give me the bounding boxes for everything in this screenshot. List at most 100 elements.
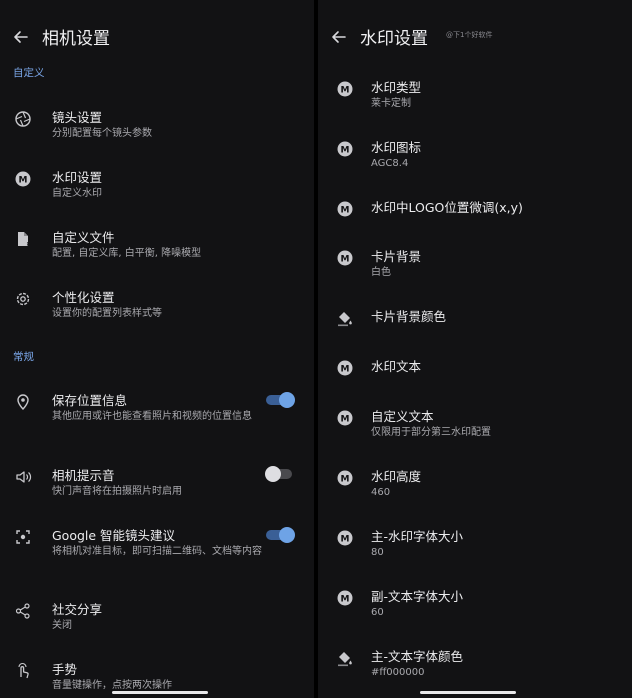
item-title: 主-水印字体大小	[371, 529, 464, 544]
item-subtitle: 设置你的配置列表样式等	[52, 308, 162, 319]
watermark-item-main-font-color[interactable]: 主-文本字体颜色 #ff000000	[318, 646, 632, 696]
toggle-knob	[279, 392, 295, 408]
item-subtitle: 快门声音将在拍摄照片时启用	[52, 486, 182, 497]
watermark-item-logo-offset[interactable]: M 水印中LOGO位置微调(x,y)	[318, 197, 632, 247]
svg-text:M: M	[341, 475, 350, 485]
item-subtitle: AGC8.4	[371, 158, 409, 169]
svg-text:R: R	[27, 242, 31, 248]
svg-text:M: M	[19, 176, 28, 186]
svg-text:M: M	[341, 146, 350, 156]
back-arrow-icon[interactable]	[10, 26, 32, 48]
section-label-custom: 自定义	[13, 67, 45, 79]
save-location-toggle[interactable]	[264, 390, 295, 410]
item-title: 自定义文本	[371, 409, 434, 424]
item-title: 自定义文件	[52, 230, 115, 245]
settings-item-personalize[interactable]: 个性化设置 设置你的配置列表样式等	[0, 287, 314, 337]
item-subtitle: 分别配置每个镜头参数	[52, 128, 152, 139]
watermark-item-type[interactable]: M 水印类型 莱卡定制	[318, 77, 632, 127]
item-subtitle: 配置, 自定义库, 白平衡, 降噪模型	[52, 248, 202, 259]
item-subtitle: 关闭	[52, 620, 72, 631]
item-title: 水印类型	[371, 80, 422, 95]
home-indicator[interactable]	[420, 691, 516, 694]
item-title: 水印设置	[52, 170, 103, 185]
back-arrow-icon[interactable]	[328, 26, 350, 48]
svg-text:M: M	[341, 255, 350, 265]
file-icon: R	[14, 230, 32, 248]
item-subtitle: 莱卡定制	[371, 98, 411, 109]
section-label-general: 常规	[13, 351, 34, 363]
watermark-item-custom-text[interactable]: M 自定义文本 仅限用于部分第三水印配置	[318, 406, 632, 456]
item-title: 卡片背景	[371, 249, 422, 264]
svg-text:M: M	[341, 206, 350, 216]
item-title: 水印中LOGO位置微调(x,y)	[371, 200, 523, 215]
watermark-item-main-font-size[interactable]: M 主-水印字体大小 80	[318, 526, 632, 576]
settings-item-social-share[interactable]: 社交分享 关闭	[0, 599, 314, 649]
svg-text:M: M	[341, 415, 350, 425]
page-title: 相机设置	[42, 29, 110, 49]
item-subtitle: 将相机对准目标，即可扫描二维码、文档等内容	[52, 546, 262, 557]
toggle-knob	[279, 527, 295, 543]
settings-item-lens[interactable]: 镜头设置 分别配置每个镜头参数	[0, 107, 314, 157]
gesture-hand-icon	[14, 662, 32, 680]
item-title: 社交分享	[52, 602, 103, 617]
item-subtitle: 460	[371, 487, 391, 498]
paint-bucket-icon	[336, 309, 354, 327]
item-title: 手势	[52, 662, 78, 677]
lens-scan-icon	[14, 528, 32, 546]
svg-text:M: M	[341, 595, 350, 605]
item-title: 相机提示音	[52, 468, 115, 483]
item-title: 保存位置信息	[52, 393, 128, 408]
source-watermark: @下1个好软件	[446, 31, 493, 39]
item-title: 副-文本字体大小	[371, 589, 464, 604]
item-title: 镜头设置	[52, 110, 103, 125]
settings-item-shutter-sound[interactable]: 相机提示音 快门声音将在拍摄照片时启用	[0, 465, 314, 515]
item-title: 水印图标	[371, 140, 422, 155]
leica-m-icon: M	[336, 359, 354, 377]
leica-m-icon: M	[14, 170, 32, 188]
watermark-item-sub-font-size[interactable]: M 副-文本字体大小 60	[318, 586, 632, 636]
watermark-settings-panel: 水印设置 @下1个好软件 M 水印类型 莱卡定制 M 水印图标 AGC8.4 M…	[318, 0, 632, 698]
item-title: Google 智能镜头建议	[52, 528, 176, 543]
leica-m-icon: M	[336, 469, 354, 487]
settings-item-save-location[interactable]: 保存位置信息 其他应用或许也能查看照片和视频的位置信息	[0, 390, 314, 440]
header: 相机设置	[0, 20, 314, 56]
watermark-item-height[interactable]: M 水印高度 460	[318, 466, 632, 516]
share-icon	[14, 602, 32, 620]
google-lens-toggle[interactable]	[264, 525, 295, 545]
aperture-icon	[14, 110, 32, 128]
item-title: 卡片背景颜色	[371, 309, 447, 324]
location-pin-icon	[14, 393, 32, 411]
item-subtitle: 自定义水印	[52, 188, 102, 199]
watermark-item-card-bg-color[interactable]: 卡片背景颜色	[318, 306, 632, 356]
leica-m-icon: M	[336, 200, 354, 218]
paint-bucket-icon	[336, 649, 354, 667]
item-subtitle: 60	[371, 607, 384, 618]
leica-m-icon: M	[336, 140, 354, 158]
settings-item-watermark[interactable]: M 水印设置 自定义水印	[0, 167, 314, 217]
item-title: 水印高度	[371, 469, 422, 484]
home-indicator[interactable]	[112, 691, 208, 694]
leica-m-icon: M	[336, 409, 354, 427]
settings-item-custom-file[interactable]: R 自定义文件 配置, 自定义库, 白平衡, 降噪模型	[0, 227, 314, 277]
gear-icon	[14, 290, 32, 308]
toggle-knob	[265, 466, 281, 482]
item-subtitle: 80	[371, 547, 384, 558]
leica-m-icon: M	[336, 529, 354, 547]
svg-text:M: M	[341, 86, 350, 96]
shutter-sound-toggle[interactable]	[264, 464, 294, 484]
item-subtitle: 仅限用于部分第三水印配置	[371, 427, 491, 438]
item-subtitle: 其他应用或许也能查看照片和视频的位置信息	[52, 411, 252, 422]
watermark-item-icon[interactable]: M 水印图标 AGC8.4	[318, 137, 632, 187]
svg-text:M: M	[341, 365, 350, 375]
svg-text:M: M	[341, 535, 350, 545]
camera-settings-panel: 相机设置 自定义 镜头设置 分别配置每个镜头参数 M 水印设置 自定义水印 R …	[0, 0, 314, 698]
speaker-icon	[14, 468, 32, 486]
leica-m-icon: M	[336, 589, 354, 607]
item-title: 主-文本字体颜色	[371, 649, 464, 664]
item-title: 个性化设置	[52, 290, 115, 305]
leica-m-icon: M	[336, 80, 354, 98]
watermark-item-text[interactable]: M 水印文本	[318, 356, 632, 406]
watermark-item-card-bg[interactable]: M 卡片背景 白色	[318, 246, 632, 296]
item-subtitle: #ff000000	[371, 667, 425, 678]
settings-item-google-lens[interactable]: Google 智能镜头建议 将相机对准目标，即可扫描二维码、文档等内容	[0, 525, 314, 575]
